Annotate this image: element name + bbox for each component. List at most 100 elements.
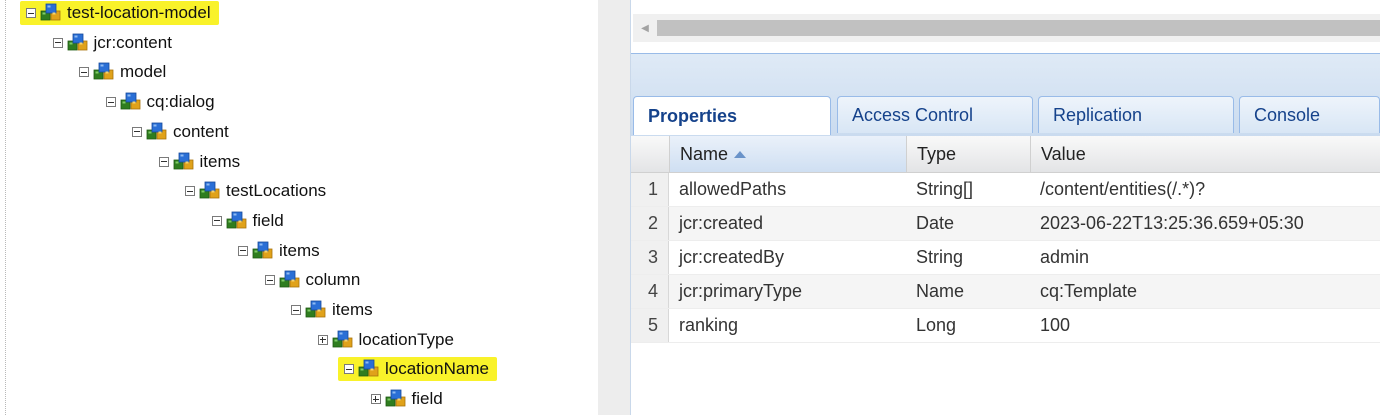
tree-node-label: cq:dialog [146,92,215,112]
tree-node-label: items [279,240,320,260]
property-row[interactable]: 5 ranking Long 100 [631,309,1380,343]
tab-label: Access Control [852,104,974,125]
tree-node[interactable]: locationType [317,328,454,352]
property-name: jcr:primaryType [679,281,803,301]
tab-strip: Properties Access Control Replication Co… [631,96,1380,136]
horizontal-scrollbar[interactable]: ◀ [633,14,1380,42]
tab-label: Properties [648,105,738,126]
tree-node[interactable]: testLocations [185,179,326,203]
panel-splitter[interactable] [598,0,631,415]
jcr-node-icon [305,300,327,320]
tab-replication[interactable]: Replication [1038,96,1234,133]
property-name: jcr:created [679,213,764,233]
tree-node[interactable]: cq:dialog [105,90,215,114]
collapse-icon[interactable] [211,215,222,226]
collapse-icon[interactable] [158,156,169,167]
jcr-node-icon [385,389,407,409]
column-header-label: Type [917,143,957,164]
tree-node-label: locationType [358,329,454,349]
tree-node[interactable]: test-location-model [20,1,219,25]
property-row[interactable]: 4 jcr:primaryType Name cq:Template [631,275,1380,309]
jcr-node-icon [173,152,195,172]
tree-node-label: field [252,210,284,230]
jcr-node-icon [67,33,89,53]
property-type: String[] [916,179,974,199]
property-type: Long [916,315,957,335]
jcr-node-icon [332,330,354,350]
property-type: Name [916,281,965,301]
tab-label: Replication [1053,104,1143,125]
expand-icon[interactable] [317,334,328,345]
jcr-node-icon [358,359,380,379]
row-number: 5 [631,309,669,342]
tree-node[interactable]: model [79,60,166,84]
collapse-icon[interactable] [264,275,275,286]
property-name: allowedPaths [679,179,787,199]
collapse-icon[interactable] [52,37,63,48]
collapse-icon[interactable] [185,186,195,197]
tab-access-control[interactable]: Access Control [837,96,1033,133]
repository-tree: test-location-model jcr:content model cq:di… [0,0,598,415]
tree-node[interactable]: column [264,268,360,292]
tree-node[interactable]: items [291,298,373,322]
property-value: 100 [1040,315,1071,335]
property-row[interactable]: 3 jcr:createdBy String admin [631,241,1380,275]
properties-panel: ◀ Properties Access Control Replication … [631,0,1380,415]
jcr-node-icon [93,62,115,82]
tree-node[interactable]: field [211,209,284,233]
collapse-icon[interactable] [26,8,36,18]
scroll-left-icon[interactable]: ◀ [633,14,657,42]
tree-guide-line [5,0,6,415]
tree-node-label: jcr:content [93,32,172,52]
collapse-icon[interactable] [238,245,248,256]
tree-node-label: items [199,151,241,171]
property-row[interactable]: 1 allowedPaths String[] /content/entities(/… [631,173,1380,207]
jcr-node-icon [279,270,301,290]
column-header-label: Value [1041,143,1086,164]
tree-node-label: content [173,121,229,141]
tree-node[interactable]: locationName [338,357,497,382]
row-number: 4 [631,275,669,308]
tree-node-label: field [411,389,443,409]
collapse-icon[interactable] [79,67,89,78]
row-number-header [631,136,669,172]
jcr-node-icon [146,122,168,142]
grid-header: Name Type Value [631,136,1380,173]
tree-node[interactable]: jcr:content [52,31,172,55]
property-name: jcr:createdBy [679,247,785,267]
tab-label: Console [1254,104,1321,125]
tree-node[interactable]: items [238,239,320,263]
property-value: admin [1040,247,1090,267]
properties-grid: Name Type Value 1 allowedPaths String[] /co… [631,136,1380,343]
row-number: 1 [631,173,669,206]
column-header-value[interactable]: Value [1030,136,1380,172]
tree-node-label: testLocations [226,181,327,201]
collapse-icon[interactable] [291,305,301,315]
jcr-node-icon [199,181,221,201]
column-header-name[interactable]: Name [669,136,906,172]
property-value: cq:Template [1040,281,1138,301]
jcr-node-icon [40,3,62,23]
jcr-node-icon [120,92,142,112]
scrollbar-thumb[interactable] [657,20,1380,36]
tree-node-label: items [332,300,373,319]
tree-node[interactable]: items [158,150,241,174]
property-type: Date [916,213,955,233]
collapse-icon[interactable] [105,97,116,108]
property-row[interactable]: 2 jcr:created Date 2023-06-22T13:25:36.659+… [631,207,1380,241]
row-number: 2 [631,207,669,240]
tab-console[interactable]: Console [1239,96,1380,133]
property-value: /content/entities(/.*)? [1040,179,1206,199]
tab-properties[interactable]: Properties [633,96,831,135]
expand-icon[interactable] [370,394,381,405]
tree-node-label: model [120,62,167,82]
column-header-type[interactable]: Type [906,136,1030,172]
tree-node[interactable]: content [132,120,229,144]
property-type: String [916,247,964,267]
row-number: 3 [631,241,669,274]
collapse-icon[interactable] [344,364,354,375]
tree-node-label: locationName [385,359,489,379]
property-name: ranking [679,315,739,335]
tree-node[interactable]: field [370,387,443,411]
collapse-icon[interactable] [132,126,142,137]
